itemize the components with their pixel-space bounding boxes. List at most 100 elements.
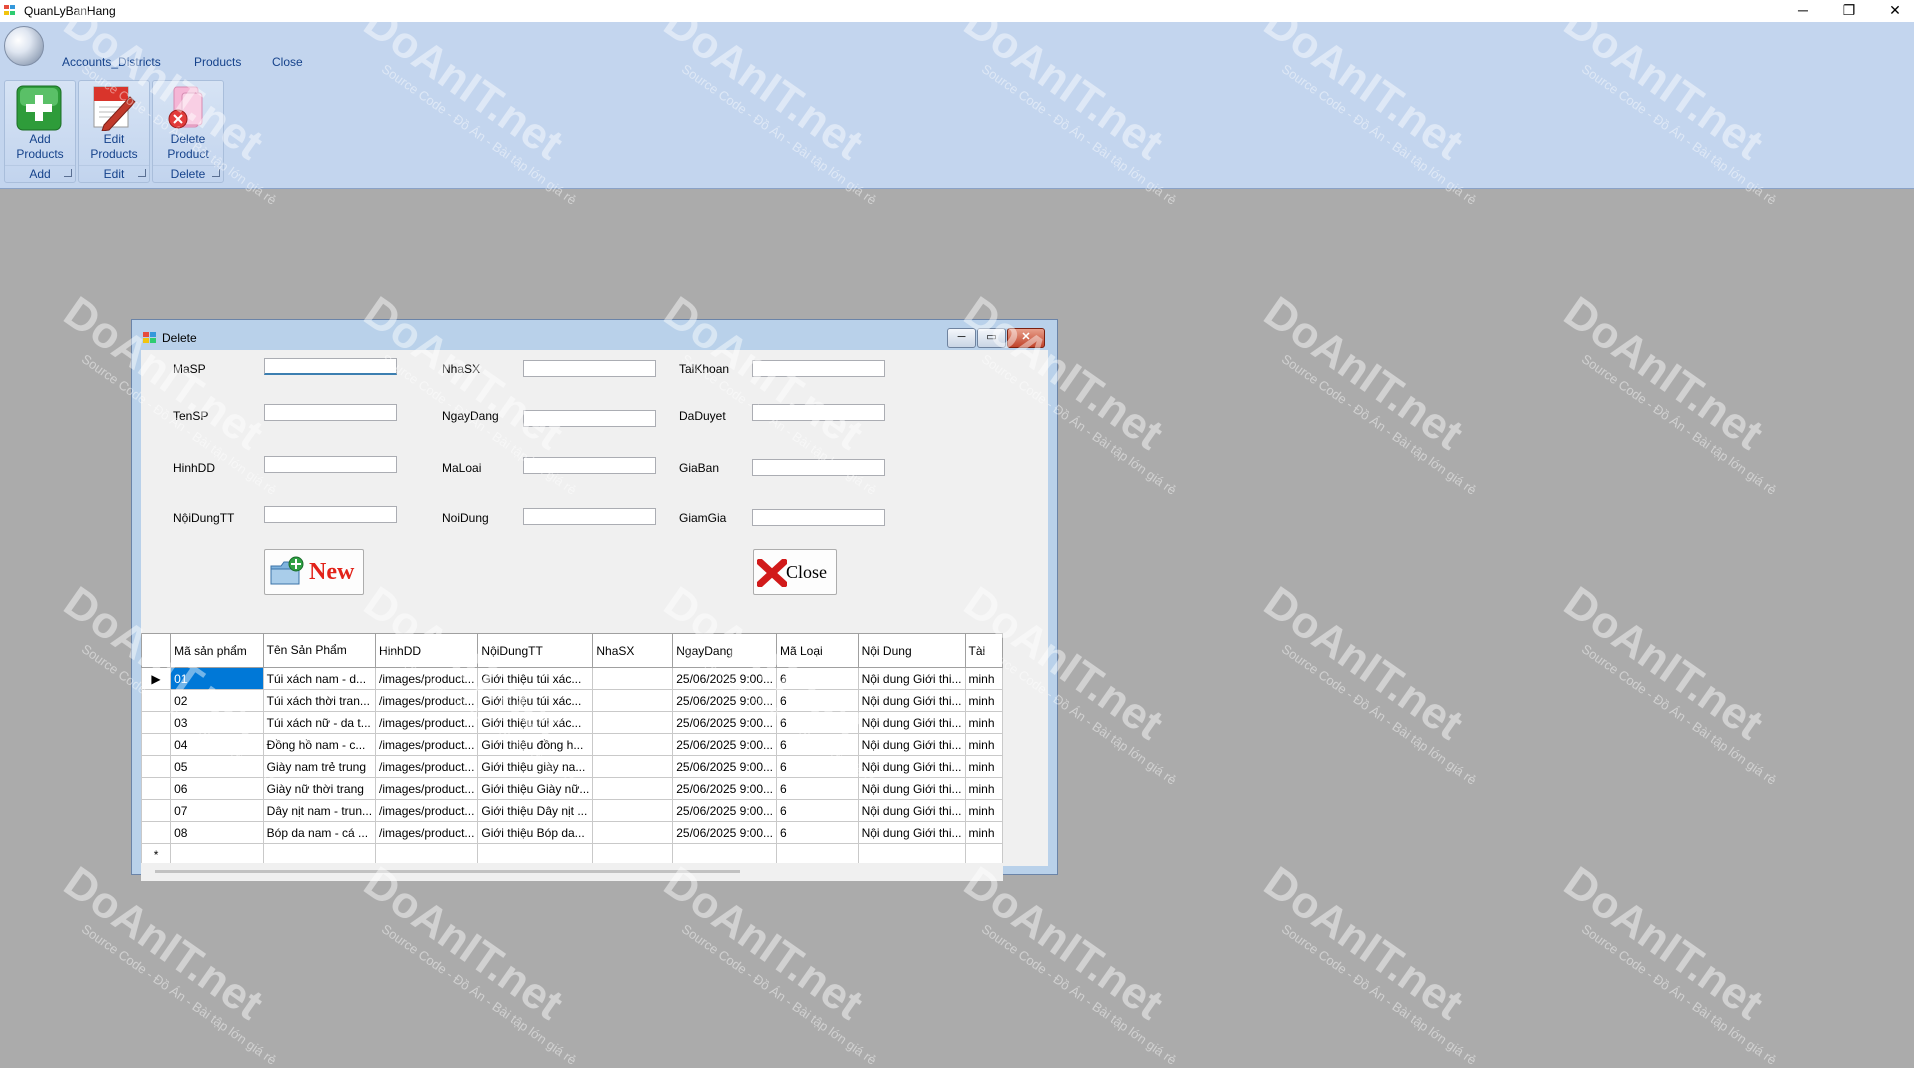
table-cell[interactable]: Giới thiệu túi xác... — [477, 689, 594, 712]
table-cell[interactable]: 6 — [776, 777, 859, 800]
table-cell[interactable] — [592, 711, 674, 734]
table-row[interactable]: 08 Bóp da nam - cá .../images/product... G… — [141, 821, 1003, 844]
table-cell[interactable]: Nội dung Giới thi... — [857, 777, 966, 800]
column-header[interactable]: Nội Dung — [857, 633, 966, 668]
table-cell[interactable]: Giới thiệu đồng h... — [477, 733, 594, 756]
table-cell[interactable]: 25/06/2025 9:00... — [672, 821, 777, 844]
table-cell[interactable]: Nội dung Giới thi... — [857, 799, 966, 822]
table-cell[interactable]: Giới thiệu túi xác... — [477, 667, 594, 690]
table-cell[interactable]: /images/product... — [375, 711, 479, 734]
delete-product-button[interactable] — [164, 85, 210, 131]
close-window-button[interactable]: ✕ — [1878, 0, 1912, 20]
row-header[interactable] — [141, 777, 172, 800]
row-header[interactable] — [141, 733, 172, 756]
row-header[interactable] — [141, 821, 172, 844]
table-cell[interactable]: Giày nữ thời trang — [262, 777, 377, 800]
table-cell[interactable]: Dây nịt nam - trun... — [262, 799, 377, 822]
table-cell[interactable] — [592, 799, 674, 822]
table-cell[interactable]: Túi xách thời tran... — [262, 689, 377, 712]
table-cell[interactable]: Giới thiệu túi xác... — [477, 711, 594, 734]
table-cell[interactable] — [592, 821, 674, 844]
table-cell[interactable]: minh — [964, 821, 1003, 844]
table-cell[interactable]: 25/06/2025 9:00... — [672, 777, 777, 800]
grid-horizontal-scrollbar[interactable] — [141, 863, 1003, 881]
ngaydang-input[interactable] — [523, 410, 656, 427]
tab-products[interactable]: Products — [194, 55, 241, 69]
column-header[interactable]: Mã sản phẩm — [170, 633, 264, 668]
table-row[interactable]: 02 Túi xách thời tran.../images/product..… — [141, 689, 1003, 712]
table-cell[interactable]: 6 — [776, 733, 859, 756]
table-cell[interactable]: 25/06/2025 9:00... — [672, 799, 777, 822]
table-row[interactable]: 03 Túi xách nữ - da t.../images/product..… — [141, 711, 1003, 734]
table-cell[interactable]: 08 — [170, 821, 264, 844]
minimize-button[interactable]: ─ — [1786, 0, 1820, 20]
table-cell[interactable]: Túi xách nữ - da t... — [262, 711, 377, 734]
row-header[interactable] — [141, 689, 172, 712]
table-cell[interactable] — [592, 689, 674, 712]
table-cell[interactable]: 02 — [170, 689, 264, 712]
table-cell[interactable]: Nội dung Giới thi... — [857, 755, 966, 778]
row-header[interactable] — [141, 755, 172, 778]
products-grid[interactable]: Mã sản phẩm Tên Sản Phẩm HinhDD NộiDungT… — [141, 633, 1003, 887]
nhasx-input[interactable] — [523, 360, 656, 377]
table-cell[interactable]: 05 — [170, 755, 264, 778]
form-minimize-button[interactable]: ─ — [947, 328, 976, 348]
table-cell[interactable]: Nội dung Giới thi... — [857, 689, 966, 712]
row-header[interactable]: ▶ — [141, 667, 172, 690]
column-header[interactable]: Tên Sản Phẩm — [262, 633, 377, 668]
table-cell[interactable]: 6 — [776, 755, 859, 778]
table-row[interactable]: 05 Giày nam trẻ trung/images/product... Gi… — [141, 755, 1003, 778]
column-header[interactable]: HinhDD — [375, 633, 479, 668]
tab-accounts-districts[interactable]: Accounts_Districts — [62, 55, 161, 69]
table-cell[interactable]: 25/06/2025 9:00... — [672, 667, 777, 690]
table-cell[interactable]: 25/06/2025 9:00... — [672, 733, 777, 756]
table-cell[interactable]: Giày nam trẻ trung — [262, 755, 377, 778]
column-header[interactable]: NộiDungTT — [477, 633, 594, 668]
tab-close[interactable]: Close — [272, 55, 303, 69]
close-button[interactable]: Close — [753, 549, 837, 595]
form-close-button[interactable]: ✕ — [1007, 328, 1045, 348]
table-cell[interactable]: /images/product... — [375, 667, 479, 690]
noidungtt-input[interactable] — [264, 506, 397, 523]
add-products-button[interactable] — [16, 85, 62, 131]
table-row[interactable]: ▶ 01 Túi xách nam - d.../images/product...… — [141, 667, 1003, 690]
table-cell[interactable]: /images/product... — [375, 689, 479, 712]
scrollbar-thumb[interactable] — [155, 870, 740, 873]
table-cell[interactable]: Giới thiệu giày na... — [477, 755, 594, 778]
column-header[interactable]: Tài — [964, 633, 1003, 668]
table-cell[interactable]: Giới thiệu Giày nữ... — [477, 777, 594, 800]
group-add-launcher-icon[interactable] — [64, 169, 72, 177]
table-cell[interactable]: Túi xách nam - d... — [262, 667, 377, 690]
column-header[interactable]: Mã Loại — [776, 633, 859, 668]
column-header[interactable]: NhaSX — [592, 633, 674, 668]
row-header[interactable] — [141, 799, 172, 822]
daduyet-input[interactable] — [752, 404, 885, 421]
table-cell[interactable]: 06 — [170, 777, 264, 800]
restore-button[interactable]: ❐ — [1832, 0, 1866, 20]
table-cell[interactable]: 25/06/2025 9:00... — [672, 711, 777, 734]
table-cell[interactable]: Đồng hồ nam - c... — [262, 733, 377, 756]
new-button[interactable]: New — [264, 549, 364, 595]
table-cell[interactable] — [592, 755, 674, 778]
table-cell[interactable]: minh — [964, 733, 1003, 756]
table-cell[interactable]: 04 — [170, 733, 264, 756]
tensp-input[interactable] — [264, 404, 397, 421]
table-row[interactable]: 04 Đồng hồ nam - c.../images/product... Gi… — [141, 733, 1003, 756]
table-cell[interactable]: /images/product... — [375, 777, 479, 800]
table-cell[interactable]: Nội dung Giới thi... — [857, 821, 966, 844]
taikhoan-input[interactable] — [752, 360, 885, 377]
noidung-input[interactable] — [523, 508, 656, 525]
table-cell[interactable]: 6 — [776, 689, 859, 712]
table-cell[interactable] — [592, 667, 674, 690]
row-header[interactable] — [141, 711, 172, 734]
table-cell[interactable]: Nội dung Giới thi... — [857, 733, 966, 756]
table-cell[interactable]: 07 — [170, 799, 264, 822]
hinhdd-input[interactable] — [264, 456, 397, 473]
table-cell[interactable]: /images/product... — [375, 799, 479, 822]
group-edit-launcher-icon[interactable] — [138, 169, 146, 177]
table-cell[interactable]: Bóp da nam - cá ... — [262, 821, 377, 844]
table-cell[interactable]: minh — [964, 799, 1003, 822]
table-cell[interactable]: 03 — [170, 711, 264, 734]
giaban-input[interactable] — [752, 459, 885, 476]
form-maximize-button[interactable]: ▭ — [977, 328, 1006, 348]
